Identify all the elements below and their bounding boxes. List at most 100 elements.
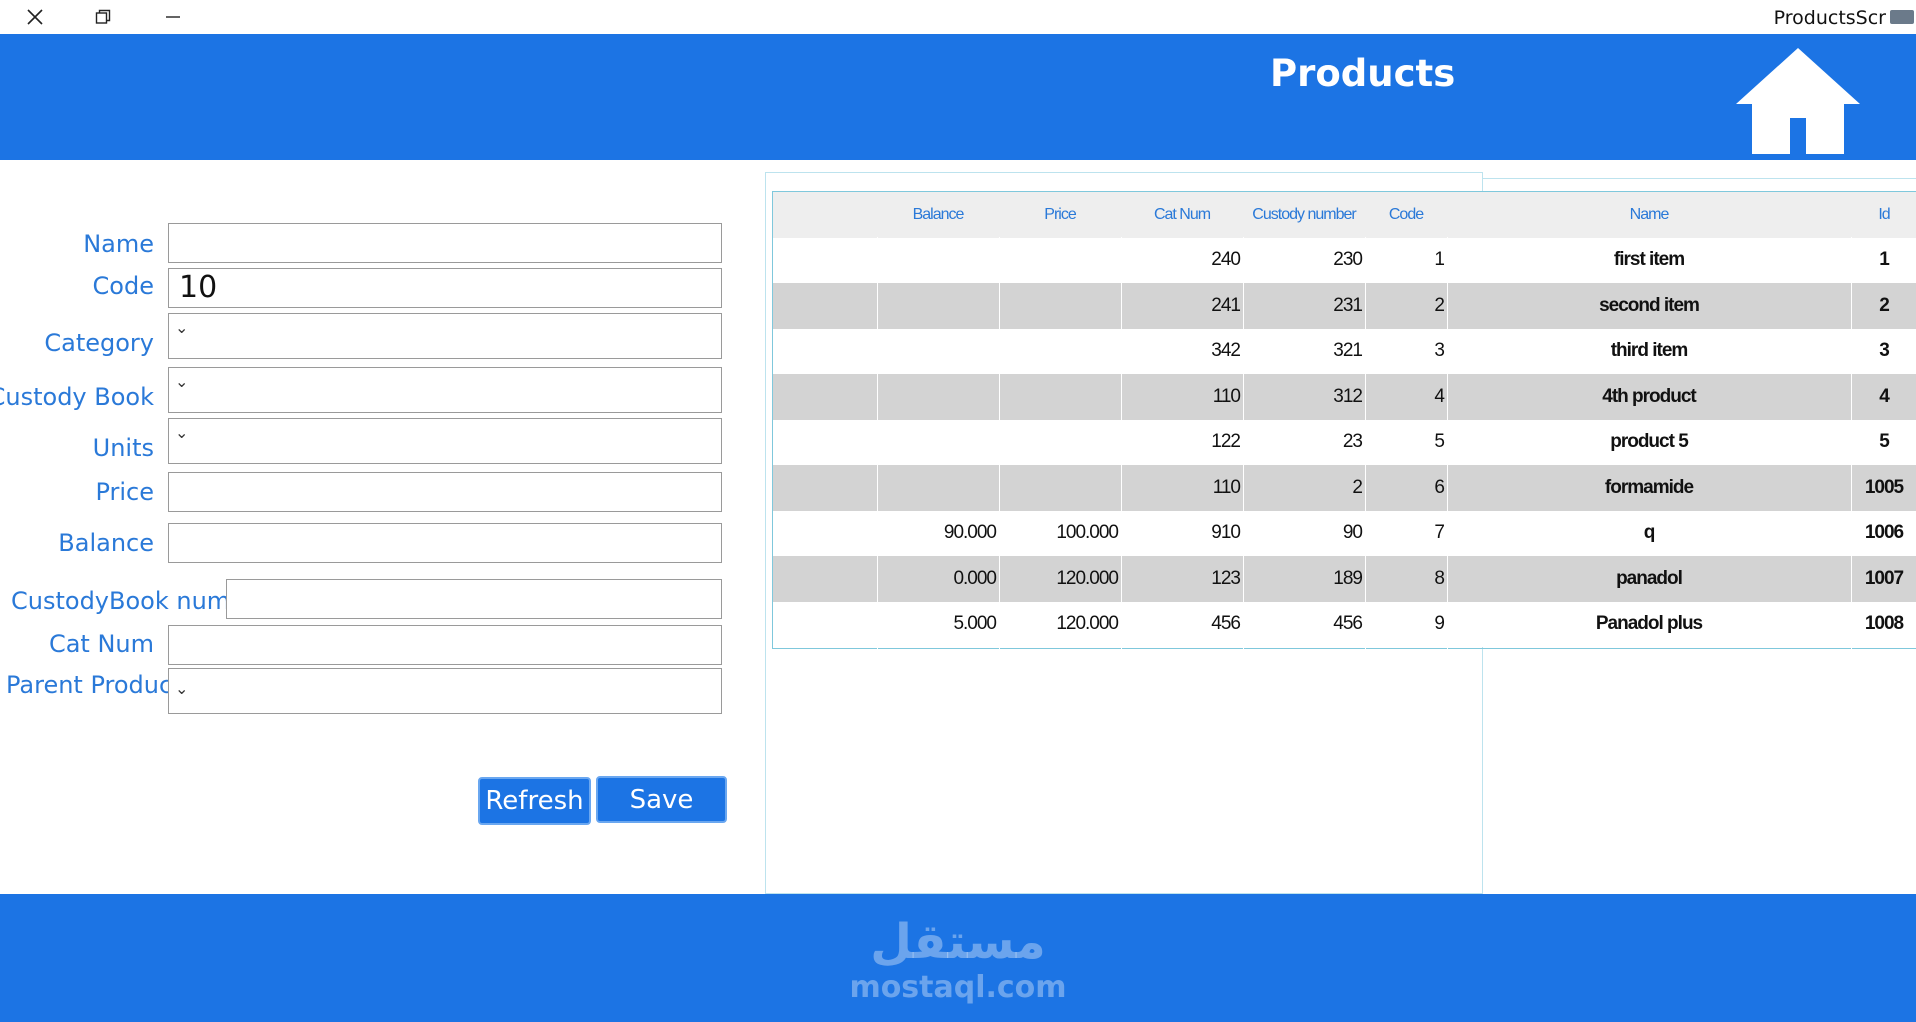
refresh-button[interactable]: Refresh bbox=[478, 777, 591, 825]
cell-name[interactable]: 4th product bbox=[1447, 374, 1851, 420]
cell-id[interactable]: 5 bbox=[1851, 420, 1916, 466]
home-icon[interactable] bbox=[1734, 46, 1862, 156]
table-row[interactable]: 240 230 1 first item 1 bbox=[773, 237, 1916, 284]
column-header-id[interactable]: Id bbox=[1851, 192, 1916, 238]
table-row[interactable]: 110 312 4 4th product 4 bbox=[773, 374, 1916, 420]
parent-product-select[interactable]: ⌄ bbox=[168, 668, 722, 714]
column-header-custody-number[interactable]: Custody number bbox=[1243, 192, 1365, 238]
column-header-cat-num[interactable]: Cat Num bbox=[1121, 192, 1243, 238]
save-button[interactable]: Save bbox=[596, 776, 727, 823]
cell-balance[interactable] bbox=[877, 329, 999, 375]
cell-code[interactable]: 4 bbox=[1365, 374, 1447, 420]
cell-balance[interactable] bbox=[877, 283, 999, 329]
cell-price[interactable] bbox=[999, 283, 1121, 329]
cell-balance[interactable] bbox=[877, 374, 999, 420]
table-row[interactable]: 110 2 6 formamide 1005 bbox=[773, 465, 1916, 511]
cell-custody-number[interactable]: 2 bbox=[1243, 465, 1365, 511]
name-field[interactable] bbox=[168, 223, 722, 263]
cell-code[interactable]: 8 bbox=[1365, 556, 1447, 602]
restore-icon[interactable] bbox=[68, 0, 138, 34]
cell-code[interactable]: 3 bbox=[1365, 329, 1447, 375]
cell-cat-num[interactable]: 122 bbox=[1121, 420, 1243, 466]
cell-name[interactable]: third item bbox=[1447, 329, 1851, 375]
balance-field[interactable] bbox=[168, 523, 722, 563]
cell-code[interactable]: 1 bbox=[1365, 238, 1447, 284]
cell-cat-num[interactable]: 123 bbox=[1121, 556, 1243, 602]
cell-cat-num[interactable]: 342 bbox=[1121, 329, 1243, 375]
cell-balance[interactable] bbox=[877, 238, 999, 284]
column-header-code[interactable]: Code bbox=[1365, 192, 1447, 238]
cell-code[interactable]: 7 bbox=[1365, 511, 1447, 557]
cell-price[interactable] bbox=[999, 465, 1121, 511]
cell-id[interactable]: 2 bbox=[1851, 283, 1916, 329]
cell-name[interactable]: formamide bbox=[1447, 465, 1851, 511]
custody-book-select[interactable]: ⌄ bbox=[168, 367, 722, 413]
cell-custody-number[interactable]: 456 bbox=[1243, 602, 1365, 648]
table-row[interactable]: 0.000 120.000 123 189 8 panadol 1007 bbox=[773, 556, 1916, 602]
cell-id[interactable]: 1007 bbox=[1851, 556, 1916, 602]
cell-id[interactable]: 1006 bbox=[1851, 511, 1916, 557]
cell-custody-number[interactable]: 321 bbox=[1243, 329, 1365, 375]
cell-code[interactable]: 5 bbox=[1365, 420, 1447, 466]
cell-balance[interactable] bbox=[877, 465, 999, 511]
cat-num-field[interactable] bbox=[168, 625, 722, 665]
grid-header-row: Balance Price Cat Num Custody number Cod… bbox=[773, 192, 1916, 238]
cell-price[interactable]: 100.000 bbox=[999, 511, 1121, 557]
cell-cat-num[interactable]: 110 bbox=[1121, 374, 1243, 420]
column-header-balance[interactable]: Balance bbox=[877, 192, 999, 238]
minimize-icon[interactable] bbox=[138, 0, 208, 34]
cell-code[interactable]: 2 bbox=[1365, 283, 1447, 329]
cell-balance[interactable] bbox=[877, 420, 999, 466]
cell-id[interactable]: 4 bbox=[1851, 374, 1916, 420]
cell-name[interactable]: Panadol plus bbox=[1447, 602, 1851, 648]
cell-price[interactable] bbox=[999, 374, 1121, 420]
column-header-name[interactable]: Name bbox=[1447, 192, 1851, 238]
cell-custody-number[interactable]: 231 bbox=[1243, 283, 1365, 329]
cell-custody-number[interactable]: 189 bbox=[1243, 556, 1365, 602]
table-row[interactable]: 241 231 2 second item 2 bbox=[773, 283, 1916, 329]
code-field[interactable]: 10 bbox=[168, 268, 722, 308]
price-field[interactable] bbox=[168, 472, 722, 512]
cell-cat-num[interactable]: 241 bbox=[1121, 283, 1243, 329]
cell-id[interactable]: 3 bbox=[1851, 329, 1916, 375]
cell-price[interactable]: 120.000 bbox=[999, 556, 1121, 602]
cell-balance[interactable]: 5.000 bbox=[877, 602, 999, 648]
grid-column-divider bbox=[1121, 237, 1122, 649]
cell-cat-num[interactable]: 910 bbox=[1121, 511, 1243, 557]
custodybook-num-label: CustodyBook num bbox=[11, 587, 231, 615]
cell-id[interactable]: 1005 bbox=[1851, 465, 1916, 511]
table-row[interactable]: 122 23 5 product 55 bbox=[773, 419, 1916, 466]
table-row[interactable]: 5.000 120.000 456 456 9 Panadol plus 1008 bbox=[773, 601, 1916, 648]
cell-name[interactable]: panadol bbox=[1447, 556, 1851, 602]
cell-balance[interactable]: 90.000 bbox=[877, 511, 999, 557]
table-row[interactable]: 90.000 100.000 910 90 7 q 1006 bbox=[773, 510, 1916, 557]
products-grid[interactable]: Balance Price Cat Num Custody number Cod… bbox=[772, 191, 1916, 649]
cell-custody-number[interactable]: 23 bbox=[1243, 420, 1365, 466]
cell-price[interactable] bbox=[999, 420, 1121, 466]
cell-name[interactable]: q bbox=[1447, 511, 1851, 557]
grid-column-divider bbox=[1851, 237, 1852, 649]
cell-cat-num[interactable]: 240 bbox=[1121, 238, 1243, 284]
cell-cat-num[interactable]: 456 bbox=[1121, 602, 1243, 648]
cell-id[interactable]: 1 bbox=[1851, 238, 1916, 284]
column-header-price[interactable]: Price bbox=[999, 192, 1121, 238]
close-icon[interactable] bbox=[0, 0, 70, 34]
units-select[interactable]: ⌄ bbox=[168, 418, 722, 464]
cell-price[interactable] bbox=[999, 238, 1121, 284]
cell-price[interactable]: 120.000 bbox=[999, 602, 1121, 648]
table-row[interactable]: 342 321 3 third item 3 bbox=[773, 328, 1916, 375]
category-select[interactable]: ⌄ bbox=[168, 313, 722, 359]
cell-price[interactable] bbox=[999, 329, 1121, 375]
cell-name[interactable]: first item bbox=[1447, 238, 1851, 284]
cell-code[interactable]: 9 bbox=[1365, 602, 1447, 648]
cell-balance[interactable]: 0.000 bbox=[877, 556, 999, 602]
cell-code[interactable]: 6 bbox=[1365, 465, 1447, 511]
cell-name[interactable]: product 5 bbox=[1447, 420, 1851, 466]
cell-name[interactable]: second item bbox=[1447, 283, 1851, 329]
cell-custody-number[interactable]: 90 bbox=[1243, 511, 1365, 557]
cell-custody-number[interactable]: 230 bbox=[1243, 238, 1365, 284]
cell-cat-num[interactable]: 110 bbox=[1121, 465, 1243, 511]
cell-custody-number[interactable]: 312 bbox=[1243, 374, 1365, 420]
cell-id[interactable]: 1008 bbox=[1851, 602, 1916, 648]
custodybook-num-field[interactable] bbox=[226, 579, 722, 619]
